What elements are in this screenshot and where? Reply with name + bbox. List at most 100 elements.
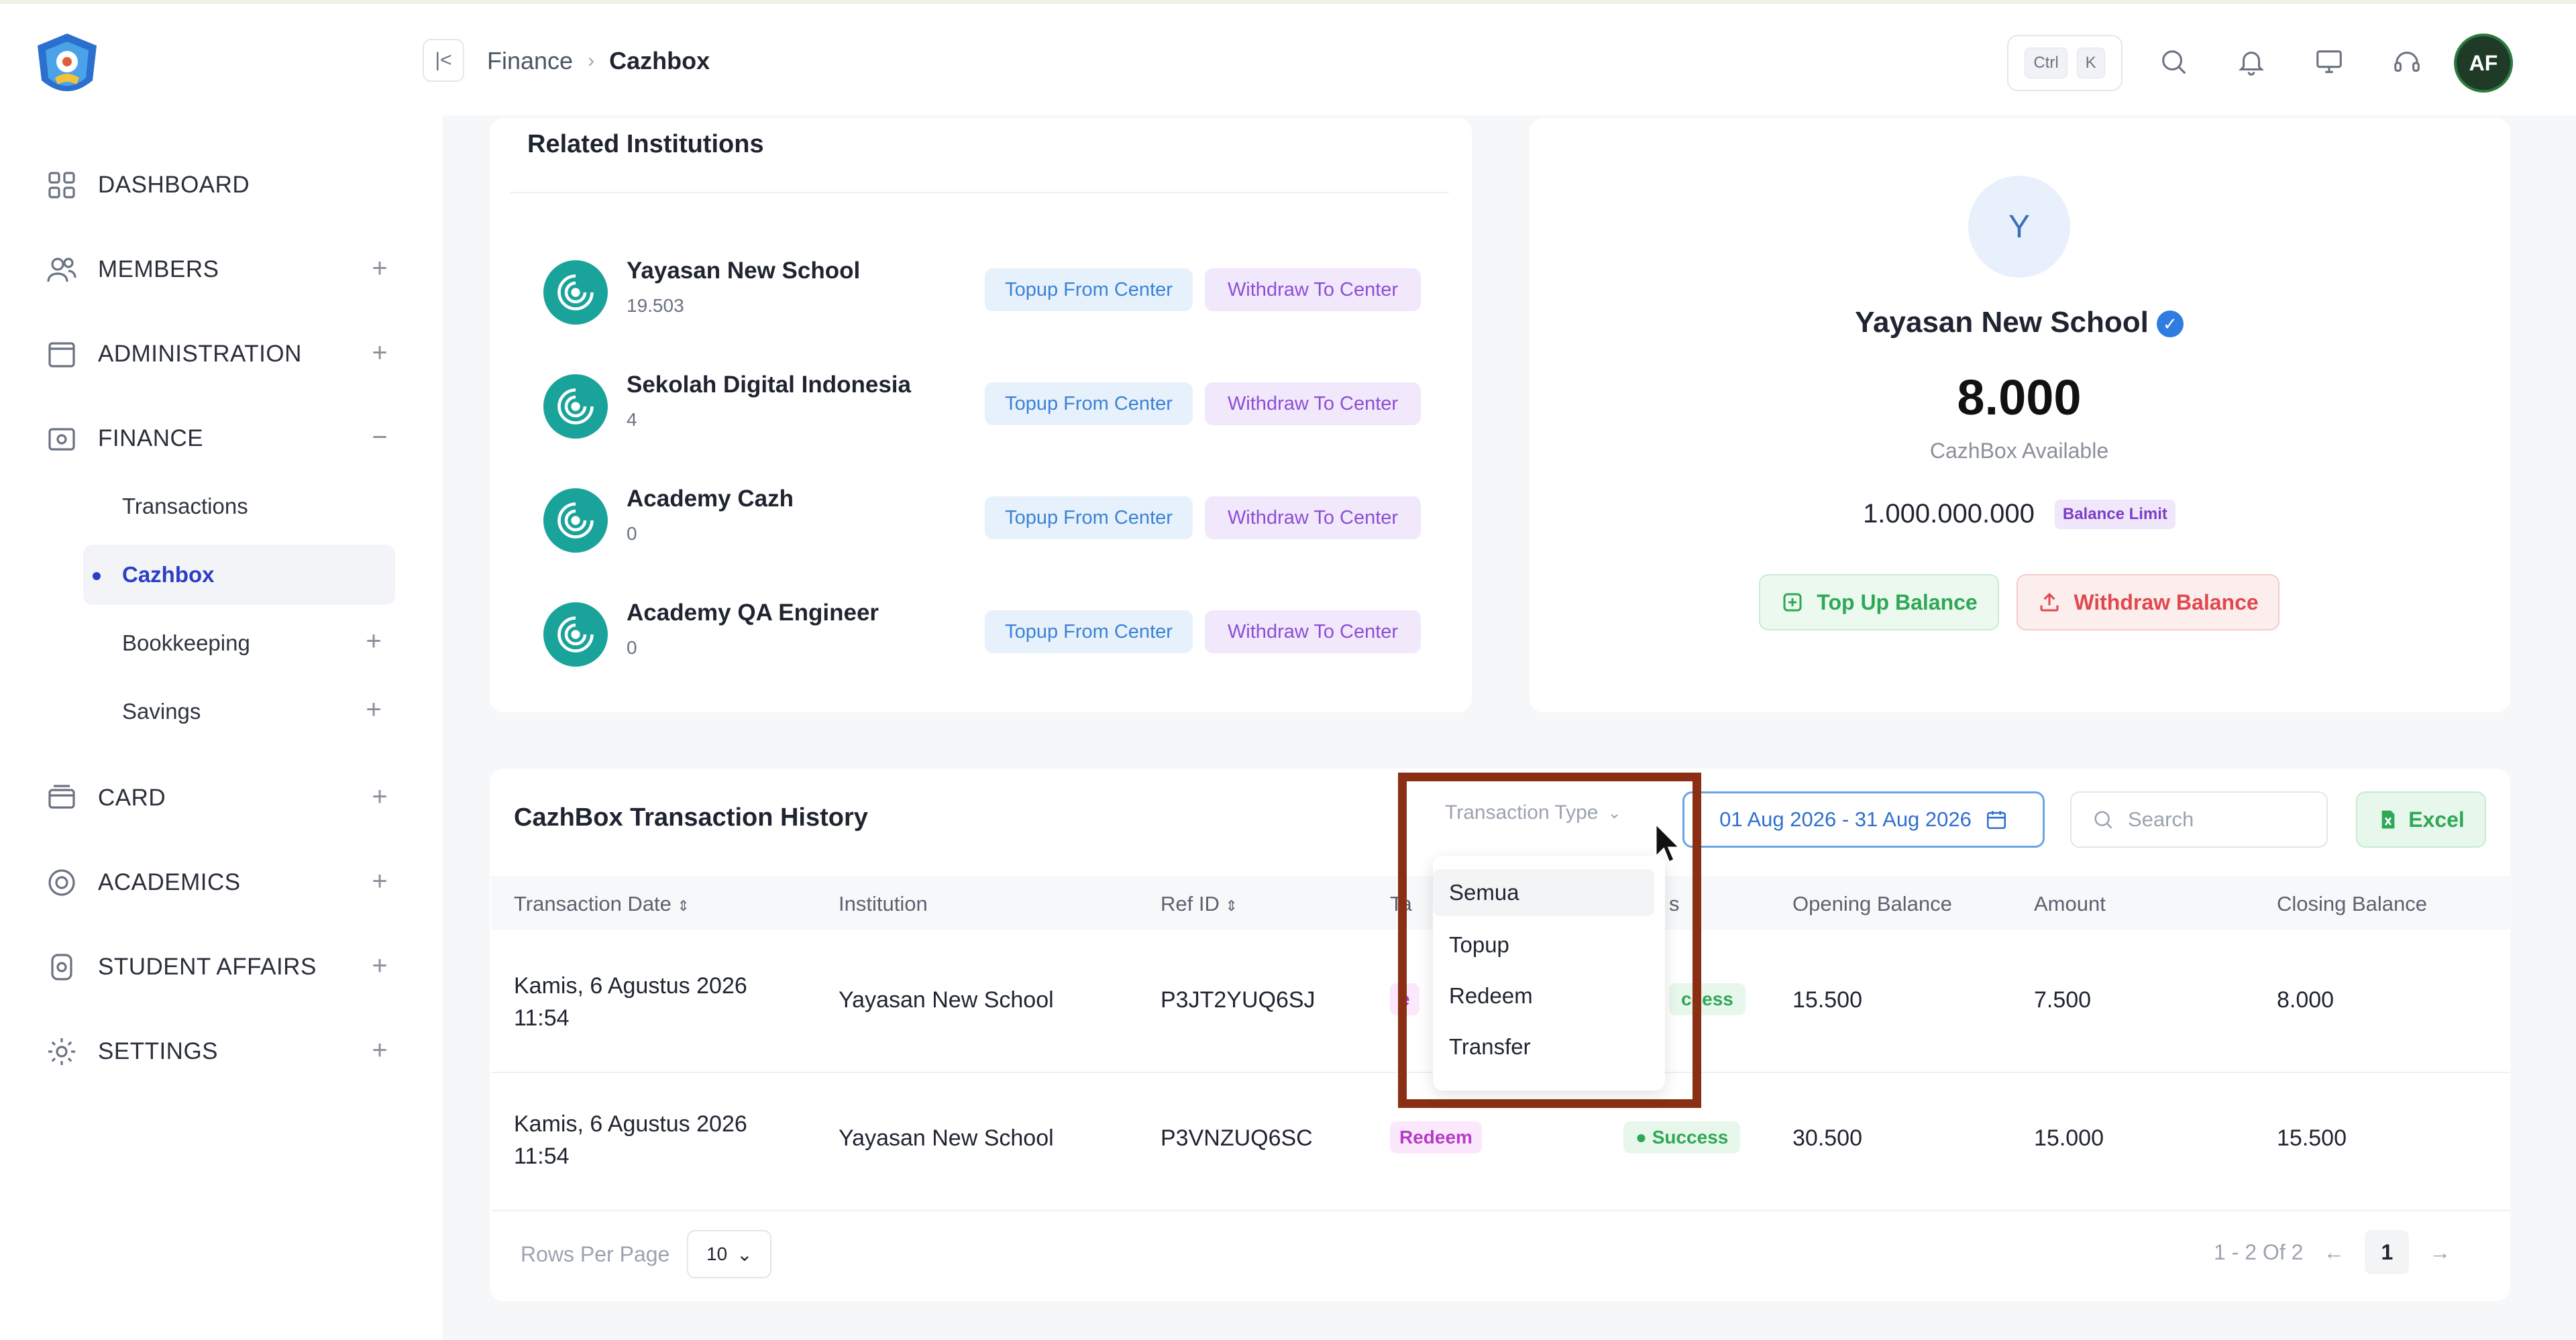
sidebar-item-label: SETTINGS	[98, 1038, 219, 1064]
cell-ref-id: P3JT2YUQ6SJ	[1161, 987, 1316, 1013]
wallet-icon	[44, 421, 79, 456]
search-input[interactable]: Search	[2070, 791, 2328, 848]
column-ref-id[interactable]: Ref ID ⇕	[1161, 892, 1238, 916]
chevron-down-icon: ⌄	[1607, 803, 1621, 822]
date-range-value: 01 Aug 2026 - 31 Aug 2026	[1719, 807, 1972, 831]
withdraw-to-center-button[interactable]: Withdraw To Center	[1205, 382, 1421, 425]
sidebar-subitem-label: Cazhbox	[122, 562, 215, 587]
sidebar-item-academics[interactable]: ACADEMICS +	[44, 856, 393, 909]
expand-icon[interactable]: +	[360, 628, 387, 656]
topup-from-center-button[interactable]: Topup From Center	[985, 382, 1193, 425]
command-shortcut[interactable]: Ctrl K	[2007, 35, 2123, 91]
monitor-icon[interactable]	[2310, 43, 2348, 80]
sidebar-item-label: ACADEMICS	[98, 869, 241, 895]
app-logo[interactable]	[32, 31, 102, 103]
collapse-sidebar-button[interactable]: |<	[423, 39, 464, 82]
expand-icon[interactable]: +	[366, 255, 393, 283]
sidebar-item-card[interactable]: CARD +	[44, 771, 393, 825]
breadcrumb-finance[interactable]: Finance	[487, 47, 573, 75]
excel-file-icon	[2381, 810, 2395, 829]
sort-icon: ⇕	[1225, 897, 1238, 914]
institution-balance: 0	[627, 523, 637, 544]
expand-icon[interactable]: +	[360, 696, 387, 724]
sidebar-subitem-transactions[interactable]: Transactions	[83, 476, 395, 537]
expand-icon[interactable]: +	[366, 952, 393, 981]
gear-icon	[44, 1034, 79, 1069]
folder-icon	[44, 337, 79, 372]
expand-icon[interactable]: +	[366, 868, 393, 896]
sidebar-item-members[interactable]: MEMBERS +	[44, 243, 393, 296]
withdraw-to-center-button[interactable]: Withdraw To Center	[1205, 496, 1421, 539]
date-range-picker[interactable]: 01 Aug 2026 - 31 Aug 2026	[1682, 791, 2045, 848]
column-transaction-date[interactable]: Transaction Date ⇕	[514, 892, 690, 916]
sidebar-item-administration[interactable]: ADMINISTRATION +	[44, 327, 393, 381]
expand-icon[interactable]: +	[366, 1037, 393, 1065]
collapse-icon[interactable]: −	[366, 424, 393, 452]
menu-item-transfer[interactable]: Transfer	[1433, 1023, 1654, 1070]
kbd-k: K	[2076, 48, 2105, 78]
export-excel-button[interactable]: Excel	[2356, 791, 2486, 848]
expand-icon[interactable]: +	[366, 783, 393, 812]
balance-limit-row: 1.000.000.000 Balance Limit	[1851, 499, 2187, 529]
institution-logo-icon	[543, 602, 608, 667]
cell-institution: Yayasan New School	[839, 1125, 1054, 1151]
sidebar-item-label: CARD	[98, 785, 166, 811]
sidebar-item-finance[interactable]: FINANCE −	[44, 412, 393, 465]
expand-icon[interactable]: +	[366, 339, 393, 368]
cell-date: Kamis, 6 Agustus 2026 11:54	[514, 1108, 747, 1172]
chevron-left-icon: |<	[435, 49, 452, 71]
search-icon[interactable]	[2155, 43, 2192, 80]
upload-icon	[2040, 592, 2059, 612]
chevron-down-icon: ⌄	[737, 1243, 753, 1265]
sidebar-item-label: MEMBERS	[98, 256, 219, 282]
top-up-balance-label: Top Up Balance	[1817, 590, 1978, 614]
menu-item-redeem[interactable]: Redeem	[1433, 972, 1654, 1019]
pagination: 1 - 2 Of 2 ← 1 →	[2214, 1230, 2451, 1274]
menu-item-topup[interactable]: Topup	[1433, 922, 1654, 968]
topup-from-center-button[interactable]: Topup From Center	[985, 268, 1193, 311]
next-page-icon[interactable]: →	[2429, 1240, 2451, 1265]
institution-name: Yayasan New School	[627, 258, 861, 284]
support-icon[interactable]	[2388, 43, 2426, 80]
sidebar-item-student-affairs[interactable]: STUDENT AFFAIRS +	[44, 940, 393, 994]
rows-per-page: Rows Per Page 10 ⌄	[521, 1230, 772, 1278]
menu-item-semua[interactable]: Semua	[1433, 869, 1654, 916]
cell-opening-balance: 15.500	[1792, 987, 1862, 1013]
sidebar-item-settings[interactable]: SETTINGS +	[44, 1025, 393, 1078]
sidebar-subitem-bookkeeping[interactable]: Bookkeeping +	[83, 613, 395, 673]
status-badge: ● Success	[1623, 1121, 1741, 1154]
excel-label: Excel	[2408, 807, 2465, 832]
top-up-balance-button[interactable]: Top Up Balance	[1759, 574, 1999, 630]
rows-per-page-select[interactable]: 10 ⌄	[687, 1230, 772, 1278]
institution-row: Academy Cazh 0 Topup From Center Withdra…	[543, 479, 1429, 559]
column-label: Ref ID	[1161, 892, 1220, 915]
cazhbox-available-amount: 8.000	[1957, 370, 2082, 425]
withdraw-to-center-button[interactable]: Withdraw To Center	[1205, 268, 1421, 311]
transaction-type-select-open[interactable]: Transaction Type ⌄	[1418, 789, 1661, 837]
institution-logo-icon	[543, 488, 608, 553]
institution-name: Academy QA Engineer	[627, 600, 879, 626]
balance-limit-badge: Balance Limit	[2054, 499, 2176, 529]
column-amount: Amount	[2034, 892, 2106, 915]
withdraw-to-center-button[interactable]: Withdraw To Center	[1205, 610, 1421, 653]
plus-square-icon	[1783, 593, 1802, 612]
page-number[interactable]: 1	[2365, 1230, 2410, 1274]
sidebar-item-label: ADMINISTRATION	[98, 341, 302, 367]
topup-from-center-button[interactable]: Topup From Center	[985, 496, 1193, 539]
withdraw-balance-button[interactable]: Withdraw Balance	[2017, 574, 2279, 630]
sidebar: DASHBOARD MEMBERS + ADMINISTRATION + FIN…	[0, 4, 443, 1340]
institution-name: Sekolah Digital Indonesia	[627, 372, 911, 398]
column-institution: Institution	[839, 892, 928, 915]
sidebar-subitem-cazhbox[interactable]: Cazhbox	[83, 545, 395, 605]
sidebar-item-dashboard[interactable]: DASHBOARD	[44, 158, 393, 212]
transaction-type-menu: Semua Topup Redeem Transfer	[1433, 856, 1665, 1091]
cell-closing-balance: 15.500	[2277, 1125, 2347, 1151]
user-avatar[interactable]: AF	[2454, 34, 2513, 93]
prev-page-icon[interactable]: ←	[2323, 1240, 2345, 1265]
sidebar-subitem-savings[interactable]: Savings +	[83, 681, 395, 742]
bell-icon[interactable]	[2233, 43, 2270, 80]
cell-date-day: Kamis, 6 Agustus 2026	[514, 973, 747, 999]
topup-from-center-button[interactable]: Topup From Center	[985, 610, 1193, 653]
balance-institution-name: Yayasan New School ✓	[1811, 306, 2227, 339]
sidebar-item-label: DASHBOARD	[98, 172, 250, 198]
